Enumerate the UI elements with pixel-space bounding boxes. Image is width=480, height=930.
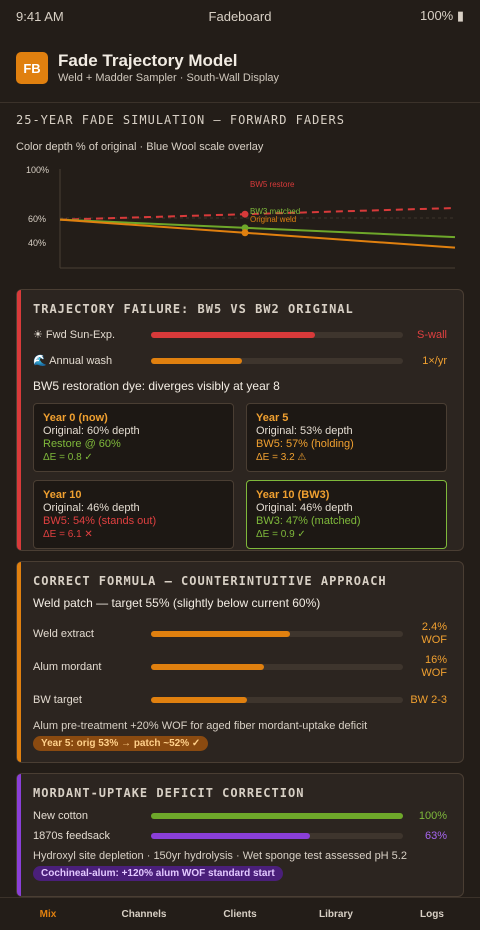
weld-extract-label: Weld extract	[33, 628, 94, 640]
tab-bar: Mix Channels Clients Library Logs	[0, 897, 480, 930]
year-card-line: BW5: 57% (holding)	[256, 438, 354, 450]
app-logo: FB	[16, 52, 48, 84]
alum-mordant-track	[151, 664, 403, 670]
tab-mix[interactable]: Mix	[0, 909, 96, 920]
tab-clients[interactable]: Clients	[192, 909, 288, 920]
formula-target-note: Weld patch — target 55% (slightly below …	[33, 596, 321, 610]
alum-mordant-value: 16% WOF	[421, 654, 447, 679]
new-cotton-label: New cotton	[33, 810, 89, 822]
page-subtitle: Weld + Madder Sampler · South-Wall Displ…	[58, 72, 279, 84]
series-marker-2	[241, 229, 249, 237]
cochineal-badge: Cochineal-alum: +120% alum WOF standard …	[33, 866, 283, 881]
year-card-line: BW5: 54% (stands out)	[43, 515, 157, 527]
alum-mordant-row: Alum mordant 16% WOF	[33, 653, 447, 681]
year-card-delta: ΔE = 6.1 ✕	[43, 529, 93, 540]
tab-logs[interactable]: Logs	[384, 909, 480, 920]
divergence-note: BW5 restoration dye: diverges visibly at…	[33, 379, 280, 393]
weld-extract-track	[151, 631, 403, 637]
simulation-subtitle: Color depth % of original · Blue Wool sc…	[16, 141, 264, 153]
trajectory-failure-card: TRAJECTORY FAILURE: BW5 VS BW2 ORIGINAL …	[16, 289, 464, 551]
exposure-row: ☀︎ Fwd Sun-Exp. S-wall	[33, 328, 447, 342]
wash-track	[151, 357, 403, 364]
year-comparison-grid: Year 0 (now) Original: 60% depth Restore…	[33, 403, 447, 549]
app-header: FB Fade Trajectory Model Weld + Madder S…	[0, 32, 480, 92]
card-accent-orange	[17, 562, 21, 762]
year-card-title: Year 10 (BW3)	[256, 489, 330, 501]
year-card-0[interactable]: Year 0 (now) Original: 60% depth Restore…	[33, 403, 234, 472]
bw-target-label: BW target	[33, 694, 82, 706]
year-card-delta: ΔE = 3.2 ⚠	[256, 452, 307, 463]
new-cotton-row: New cotton 100%	[33, 810, 447, 822]
year-card-10[interactable]: Year 10 Original: 46% depth BW5: 54% (st…	[33, 480, 234, 549]
year-card-original: Original: 53% depth	[256, 425, 353, 437]
bw-target-value: BW 2-3	[410, 693, 447, 706]
new-cotton-value: 100%	[418, 810, 447, 822]
exposure-fill	[151, 331, 315, 338]
feedsack-track	[151, 833, 403, 839]
correct-formula-card: CORRECT FORMULA — COUNTERINTUITIVE APPRO…	[16, 561, 464, 763]
series-marker-0	[241, 210, 249, 218]
feedsack-fill	[151, 833, 310, 839]
bw-target-row: BW target BW 2-3	[33, 686, 447, 714]
weld-extract-value: 2.4% WOF	[421, 621, 447, 646]
y-tick-40: 40%	[28, 238, 46, 248]
pretreatment-note: Alum pre-treatment +20% WOF for aged fib…	[33, 720, 368, 732]
feedsack-value: 63%	[424, 830, 447, 842]
y-tick-100: 100%	[26, 165, 49, 175]
hydroxyl-note: Hydroxyl site depletion · 150yr hydrolys…	[33, 850, 407, 862]
feedsack-label: 1870s feedsack	[33, 830, 111, 842]
alum-mordant-fill	[151, 664, 265, 670]
year-card-line: BW3: 47% (matched)	[256, 515, 361, 527]
weld-extract-row: Weld extract 2.4% WOF	[33, 620, 447, 648]
exposure-label: ☀︎ Fwd Sun-Exp.	[33, 329, 116, 341]
page-title: Fade Trajectory Model	[58, 51, 238, 70]
exposure-track	[151, 331, 403, 338]
bw-target-track	[151, 697, 403, 703]
year-card-10-bw3[interactable]: Year 10 (BW3) Original: 46% depth BW3: 4…	[246, 480, 447, 549]
bw-target-fill	[151, 697, 247, 703]
weld-extract-fill	[151, 631, 290, 637]
new-cotton-fill	[151, 813, 403, 819]
status-carrier: Fadeboard	[208, 8, 272, 24]
wash-row: 🌊 Annual wash 1×/yr	[33, 354, 447, 368]
battery-indicator: 100% ▮	[419, 8, 464, 23]
exposure-value: S-wall	[417, 328, 447, 341]
year-card-delta: ΔE = 0.9 ✓	[256, 529, 306, 540]
new-cotton-track	[151, 813, 403, 819]
formula-title: CORRECT FORMULA — COUNTERINTUITIVE APPRO…	[33, 574, 387, 588]
failure-title: TRAJECTORY FAILURE: BW5 VS BW2 ORIGINAL	[33, 302, 354, 316]
status-bar: 9:41 AM Fadeboard 100% ▮	[0, 0, 480, 32]
year-card-original: Original: 60% depth	[43, 425, 140, 437]
card-accent-red	[17, 290, 21, 550]
simulation-title: 25-YEAR FADE SIMULATION — FORWARD FADERS	[16, 113, 345, 127]
fade-chart-svg: 100% 60% 40% BW5 restore BW3 matched Ori…	[26, 165, 456, 269]
year-card-original: Original: 46% depth	[43, 502, 140, 514]
status-time: 9:41 AM	[16, 8, 64, 24]
mordant-deficit-card: MORDANT-UPTAKE DEFICIT CORRECTION New co…	[16, 773, 464, 897]
y-tick-60: 60%	[28, 214, 46, 224]
deficit-title: MORDANT-UPTAKE DEFICIT CORRECTION	[33, 786, 305, 800]
year-card-5[interactable]: Year 5 Original: 53% depth BW5: 57% (hol…	[246, 403, 447, 472]
fade-chart: 100% 60% 40% BW5 restore BW3 matched Ori…	[0, 161, 480, 277]
alum-mordant-label: Alum mordant	[33, 661, 102, 673]
year-card-title: Year 10	[43, 489, 82, 501]
year-card-delta: ΔE = 0.8 ✓	[43, 452, 93, 463]
wash-fill	[151, 357, 242, 364]
feedsack-row: 1870s feedsack 63%	[33, 830, 447, 842]
year-card-line: Restore @ 60%	[43, 438, 121, 450]
series-label-bw5: BW5 restore	[250, 180, 295, 189]
card-accent-purple	[17, 774, 21, 896]
year-card-original: Original: 46% depth	[256, 502, 353, 514]
tab-library[interactable]: Library	[288, 909, 384, 920]
year5-patch-badge: Year 5: orig 53% → patch ~52% ✓	[33, 736, 209, 751]
wash-value: 1×/yr	[422, 354, 447, 367]
year-card-title: Year 0 (now)	[43, 412, 108, 424]
series-label-orig: Original weld	[250, 215, 296, 224]
wash-label: 🌊 Annual wash	[33, 355, 113, 367]
tab-channels[interactable]: Channels	[96, 909, 192, 920]
year-card-title: Year 5	[256, 412, 289, 424]
